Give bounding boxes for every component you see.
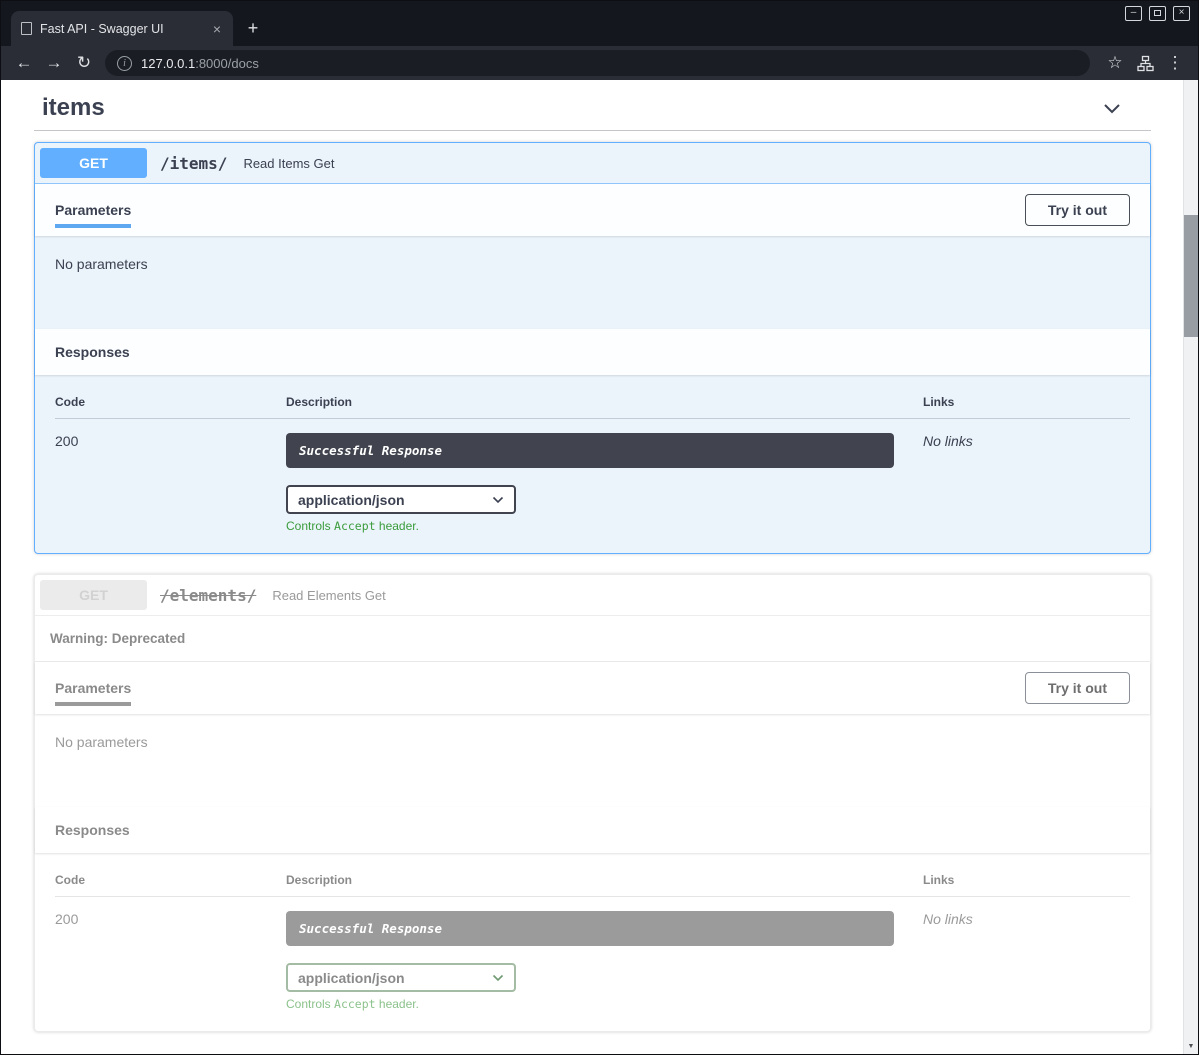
maximize-button[interactable] [1149, 6, 1166, 21]
code-column-header: Code [55, 395, 286, 409]
page-favicon-icon [21, 22, 32, 35]
endpoint-path: /elements/ [160, 586, 256, 605]
parameters-label: Parameters [55, 680, 131, 696]
parameters-header: Parameters Try it out [35, 662, 1150, 714]
response-description-cell: Successful Response application/json Con… [286, 433, 923, 533]
links-column-header: Links [923, 395, 1130, 409]
no-links-text: No links [923, 911, 1130, 1011]
window-controls: – × [1125, 6, 1190, 21]
sitemap-icon[interactable] [1130, 49, 1160, 77]
tag-section-header[interactable]: items [34, 80, 1151, 131]
deprecated-warning: Warning: Deprecated [35, 616, 1150, 662]
browser-window: Fast API - Swagger UI × + – × ← → ↻ i 12… [0, 0, 1199, 1055]
forward-icon[interactable]: → [39, 49, 69, 77]
parameters-label: Parameters [55, 202, 131, 218]
titlebar: Fast API - Swagger UI × + – × [1, 1, 1198, 46]
media-type-value: application/json [298, 492, 405, 508]
back-icon[interactable]: ← [9, 49, 39, 77]
response-description: Successful Response [286, 911, 894, 946]
media-type-value: application/json [298, 970, 405, 986]
site-info-icon[interactable]: i [117, 56, 132, 71]
parameters-body: No parameters [35, 236, 1150, 329]
url-host: 127.0.0.1 [141, 56, 195, 71]
opblock-summary[interactable]: GET /elements/ Read Elements Get [35, 575, 1150, 616]
links-column-header: Links [923, 873, 1130, 887]
method-badge: GET [40, 580, 147, 610]
minimize-button[interactable]: – [1125, 6, 1142, 21]
method-badge: GET [40, 148, 147, 178]
no-links-text: No links [923, 433, 1130, 533]
close-button[interactable]: × [1173, 6, 1190, 21]
tab-title: Fast API - Swagger UI [40, 22, 209, 36]
page-scrollbar[interactable]: ▼ [1183, 80, 1198, 1054]
bookmark-star-icon[interactable]: ☆ [1100, 49, 1130, 77]
try-it-out-button[interactable]: Try it out [1025, 672, 1130, 704]
responses-label: Responses [55, 822, 130, 838]
no-parameters-text: No parameters [55, 734, 148, 750]
endpoint-path: /items/ [160, 154, 227, 173]
scrollbar-thumb[interactable] [1184, 215, 1198, 337]
controls-accept-note: Controls Accept header. [286, 519, 894, 533]
responses-header: Responses [35, 807, 1150, 853]
new-tab-button[interactable]: + [239, 14, 267, 42]
collapse-chevron-icon[interactable] [1101, 97, 1151, 119]
endpoint-summary: Read Items Get [243, 156, 334, 171]
media-type-select[interactable]: application/json [286, 963, 516, 992]
response-row: 200 Successful Response application/json… [55, 897, 1130, 1011]
browser-toolbar: ← → ↻ i 127.0.0.1:8000/docs ☆ ⋮ [1, 46, 1198, 80]
tag-title: items [42, 94, 105, 122]
address-bar[interactable]: i 127.0.0.1:8000/docs [105, 50, 1090, 76]
code-column-header: Code [55, 873, 286, 887]
opblock-summary[interactable]: GET /items/ Read Items Get [35, 143, 1150, 184]
response-code: 200 [55, 433, 286, 533]
opblock-get-elements-deprecated: GET /elements/ Read Elements Get Warning… [34, 574, 1151, 1032]
parameters-header: Parameters Try it out [35, 184, 1150, 236]
media-type-select[interactable]: application/json [286, 485, 516, 514]
no-parameters-text: No parameters [55, 256, 148, 272]
responses-table: Code Description Links 200 Successful Re… [35, 375, 1150, 553]
responses-header: Responses [35, 329, 1150, 375]
browser-tab[interactable]: Fast API - Swagger UI × [11, 11, 233, 46]
endpoint-summary: Read Elements Get [272, 588, 385, 603]
chevron-down-icon [492, 974, 504, 982]
page-viewport: items GET /items/ Read Items Get Paramet… [1, 80, 1198, 1054]
response-code: 200 [55, 911, 286, 1011]
description-column-header: Description [286, 873, 923, 887]
maximize-icon [1154, 10, 1161, 16]
url-path: :8000/docs [195, 56, 259, 71]
scroll-down-arrow-icon[interactable]: ▼ [1184, 1039, 1198, 1054]
response-description: Successful Response [286, 433, 894, 468]
responses-table-head: Code Description Links [55, 395, 1130, 419]
controls-accept-note: Controls Accept header. [286, 997, 894, 1011]
tab-close-icon[interactable]: × [209, 21, 225, 37]
swagger-content: items GET /items/ Read Items Get Paramet… [1, 80, 1183, 1054]
try-it-out-button[interactable]: Try it out [1025, 194, 1130, 226]
menu-icon[interactable]: ⋮ [1160, 49, 1190, 77]
response-row: 200 Successful Response application/json… [55, 419, 1130, 533]
chevron-down-icon [492, 496, 504, 504]
response-description-cell: Successful Response application/json Con… [286, 911, 923, 1011]
reload-icon[interactable]: ↻ [69, 49, 99, 77]
responses-table-head: Code Description Links [55, 873, 1130, 897]
parameters-body: No parameters [35, 714, 1150, 807]
responses-table: Code Description Links 200 Successful Re… [35, 853, 1150, 1031]
description-column-header: Description [286, 395, 923, 409]
responses-label: Responses [55, 344, 130, 360]
opblock-get-items: GET /items/ Read Items Get Parameters Tr… [34, 142, 1151, 554]
